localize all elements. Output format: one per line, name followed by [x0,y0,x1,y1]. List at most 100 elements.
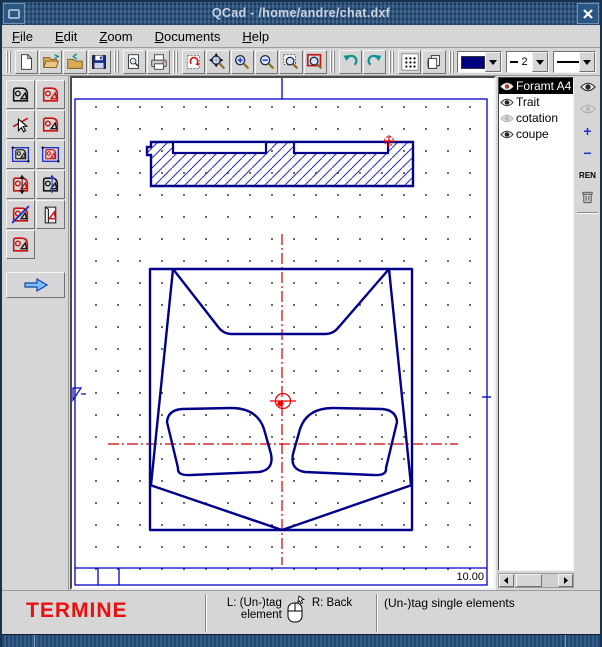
zoom-previous-icon [305,52,325,72]
close-file-button[interactable] [63,50,86,74]
main-area: 10.00 Foramt A4 Trait [2,76,600,590]
zoom-out-button[interactable] [255,50,278,74]
zoom-window-button[interactable] [279,50,302,74]
title-bar[interactable]: QCad - /home/andre/chat.dxf [2,2,600,25]
layer-row-coupe[interactable]: coupe [499,126,573,142]
untag-contour-icon [40,114,61,135]
menu-help[interactable]: Help [242,29,269,44]
line-width-glyph [510,61,518,63]
zoom-previous-button[interactable] [304,50,327,74]
invert-tag-range-button[interactable] [36,170,65,199]
add-layer-button[interactable]: + [576,122,599,140]
toolbar-handle[interactable] [330,51,337,73]
untag-all-button[interactable] [6,200,35,229]
print-button[interactable] [147,50,170,74]
color-combo[interactable] [457,51,502,73]
qcad-window: QCad - /home/andre/chat.dxf File Edit Zo… [0,0,602,647]
new-file-button[interactable] [15,50,38,74]
layer-row-format[interactable]: Foramt A4 [499,78,573,94]
layer-list-scrollbar[interactable] [498,573,574,588]
zoom-autofit-icon [208,52,228,72]
redraw-button[interactable] [182,50,205,74]
line-width-value: 2 [521,56,527,68]
window-resize-bar[interactable] [2,634,600,647]
proceed-arrow-icon [23,277,49,293]
redo-button[interactable] [363,50,386,74]
grid-toggle-button[interactable] [398,50,421,74]
hide-layer-button[interactable] [576,100,599,118]
menu-edit[interactable]: Edit [55,29,77,44]
delete-layer-button[interactable] [576,188,599,206]
layer-browser-icon [424,52,444,72]
line-style-dropdown-button[interactable] [579,52,595,72]
save-file-button[interactable] [88,50,111,74]
layer-name: Trait [516,95,540,109]
undo-button[interactable] [339,50,362,74]
line-width-combo[interactable]: 2 [506,51,549,73]
mouse-icon [286,595,308,625]
untag-contour-button[interactable] [36,110,65,139]
menu-file[interactable]: File [12,29,33,44]
undo-icon [340,52,360,72]
open-file-button[interactable] [39,50,62,74]
tag-double-icon [10,234,31,255]
tag-layer-button[interactable] [36,200,65,229]
layer-buttons-column: + − REN [576,78,599,588]
menu-documents[interactable]: Documents [155,29,221,44]
tag-double-button[interactable] [6,230,35,259]
scroll-right-button[interactable] [558,574,573,587]
chevron-down-icon [489,60,497,65]
menu-bar: File Edit Zoom Documents Help [2,25,600,48]
main-toolbar: 2 [2,49,600,76]
hide-layer-eye-icon [580,103,596,115]
menu-zoom[interactable]: Zoom [99,29,132,44]
zoom-in-button[interactable] [231,50,254,74]
close-button[interactable] [577,3,599,24]
drawing-canvas[interactable]: 10.00 [70,76,496,590]
layer-name: coupe [516,127,549,141]
trash-icon [580,189,595,205]
rename-layer-button[interactable]: REN [576,166,599,184]
grid-spacing-label: 10.00 [456,571,484,583]
line-width-dropdown-button[interactable] [532,52,548,72]
layer-list[interactable]: Foramt A4 Trait cotation [498,77,574,571]
eye-closed-icon [500,113,514,124]
line-style-glyph [557,61,579,63]
scrollbar-thumb[interactable] [516,574,542,587]
invert-tag-range-icon [40,174,61,195]
chevron-down-icon [536,60,544,65]
action-hint: (Un-)tag single elements [384,596,515,610]
section-view [147,142,413,186]
current-color-swatch [461,56,485,69]
cat-face [150,269,412,530]
untag-window-button[interactable] [36,140,65,169]
scroll-left-button[interactable] [499,574,514,587]
tag-element-button[interactable] [6,80,35,109]
arrow-right-icon [562,577,569,584]
show-layer-eye-icon [580,81,596,93]
tag-window-button[interactable] [6,140,35,169]
tag-contour-icon [40,84,61,105]
untag-pick-button[interactable] [6,110,35,139]
window-title: QCad - /home/andre/chat.dxf [2,2,600,25]
line-style-combo[interactable] [553,51,596,73]
proceed-button[interactable] [6,272,65,298]
toolbar-handle[interactable] [449,51,456,73]
color-combo-dropdown-button[interactable] [485,52,501,72]
remove-layer-button[interactable]: − [576,144,599,162]
tag-contour-button[interactable] [36,80,65,109]
layer-browser-toggle-button[interactable] [422,50,445,74]
toolbar-handle[interactable] [173,51,180,73]
layer-row-trait[interactable]: Trait [499,94,573,110]
eye-icon [500,81,514,92]
untag-window-icon [40,144,61,165]
print-preview-button[interactable] [123,50,146,74]
invert-tag-button[interactable] [6,170,35,199]
zoom-autofit-button[interactable] [206,50,229,74]
layer-row-cotation[interactable]: cotation [499,110,573,126]
show-layer-button[interactable] [576,78,599,96]
toolbar-handle[interactable] [6,51,13,73]
toolbar-handle[interactable] [389,51,396,73]
eye-icon [500,129,514,140]
status-bar: TERMINE L: (Un-)tag element R: Back (Un-… [2,590,600,634]
